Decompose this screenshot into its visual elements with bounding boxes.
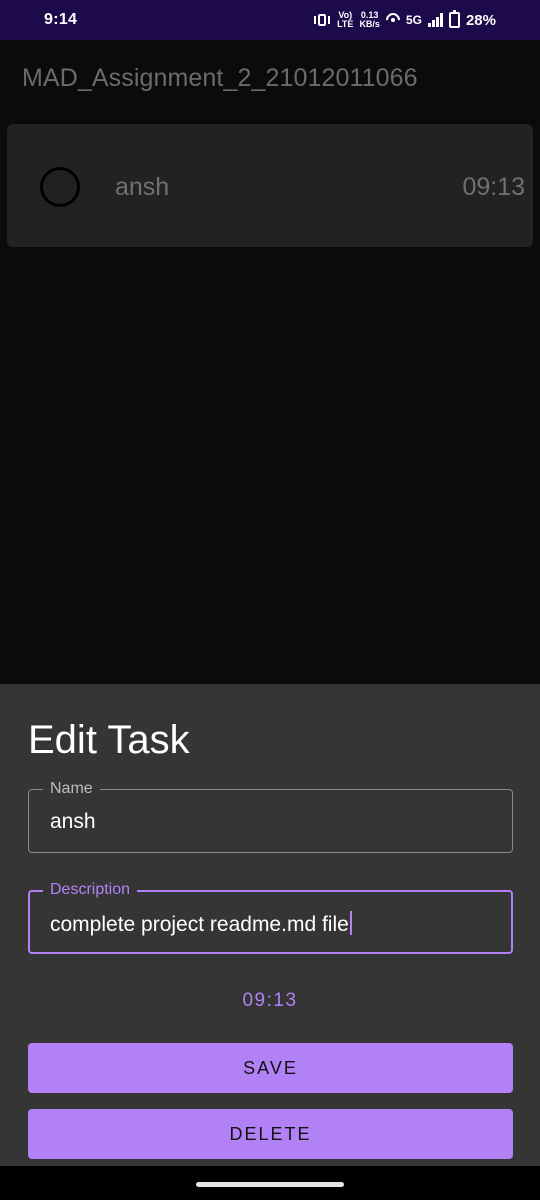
hotspot-icon xyxy=(386,13,400,27)
status-icons: Vo) LTE 0.13 KB/s 5G 28% xyxy=(313,9,496,31)
battery-icon xyxy=(448,10,460,28)
delete-button[interactable]: DELETE xyxy=(28,1109,513,1159)
name-field-value[interactable]: ansh xyxy=(50,810,96,834)
edit-task-sheet: Edit Task Name ansh Description complete… xyxy=(0,684,540,1166)
description-field-label: Description xyxy=(43,880,138,900)
navigation-bar xyxy=(0,1166,540,1200)
description-field-value-wrap[interactable]: complete project readme.md file xyxy=(50,911,352,937)
network-speed-unit: KB/s xyxy=(359,19,380,29)
task-time: 09:13 xyxy=(462,173,525,201)
sheet-title: Edit Task xyxy=(28,718,190,762)
description-field-value[interactable]: complete project readme.md file xyxy=(50,913,349,936)
task-time-picker[interactable]: 09:13 xyxy=(0,990,540,1012)
description-field[interactable]: Description complete project readme.md f… xyxy=(28,880,513,954)
text-cursor xyxy=(349,911,352,935)
home-gesture-handle[interactable] xyxy=(196,1182,344,1187)
volte-bottom-text: LTE xyxy=(337,19,354,29)
battery-percent: 28% xyxy=(465,11,496,29)
volte-indicator: Vo) LTE xyxy=(337,11,353,29)
task-name: ansh xyxy=(115,173,170,201)
network-speed: 0.13 KB/s xyxy=(359,11,380,29)
task-list-item[interactable]: ansh 09:13 xyxy=(7,124,533,247)
vibrate-icon xyxy=(313,13,331,27)
name-field-label: Name xyxy=(43,779,100,799)
task-complete-checkbox[interactable] xyxy=(40,167,80,207)
name-field[interactable]: Name ansh xyxy=(28,779,513,853)
signal-icon xyxy=(427,13,443,27)
save-button[interactable]: SAVE xyxy=(28,1043,513,1093)
network-type: 5G xyxy=(405,13,422,27)
app-title: MAD_Assignment_2_21012011066 xyxy=(22,64,418,92)
screen: 9:14 Vo) LTE 0.13 KB/s 5G 28% MAD_Assign… xyxy=(0,0,540,1200)
status-time: 9:14 xyxy=(44,11,78,28)
status-bar: 9:14 Vo) LTE 0.13 KB/s 5G 28% xyxy=(0,0,540,40)
